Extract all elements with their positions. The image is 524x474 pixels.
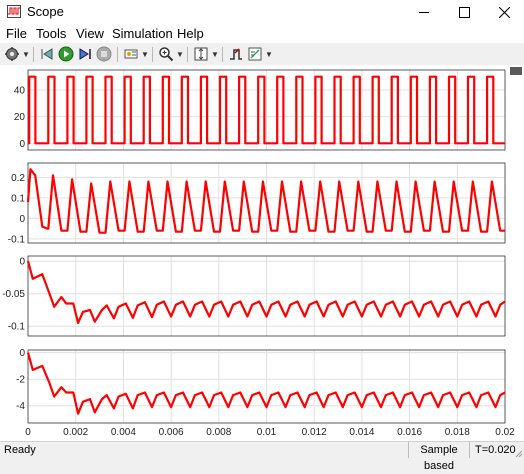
plot-4-xtick-label: 0.012 xyxy=(302,427,327,438)
minimize-icon xyxy=(419,11,429,13)
zoom-in-icon[interactable] xyxy=(158,46,174,62)
toolbar-separator xyxy=(187,47,188,62)
toolbar-separator xyxy=(152,47,153,62)
plot-2-ytick-label: 0.2 xyxy=(11,173,25,184)
plot-4-ytick-label: 0 xyxy=(19,348,25,359)
menu-simulation[interactable]: Simulation xyxy=(112,26,173,41)
toolbar-separator xyxy=(222,47,223,62)
plot-2-ytick-label: 0 xyxy=(19,214,25,225)
undock-icon[interactable] xyxy=(510,67,522,75)
plot-1-ytick-label: 20 xyxy=(14,112,26,123)
plot-4-xtick-label: 0.01 xyxy=(257,427,277,438)
scope-plot-area: 0 20 40 0.2 0.1 0 -0.1 0 -0.05 -0.1 0 -2 -4 0 0.002 0.0… xyxy=(0,65,524,441)
plot-3-ytick-label: -0.1 xyxy=(8,322,26,333)
run-icon[interactable] xyxy=(58,46,74,62)
menu-view[interactable]: View xyxy=(76,26,104,41)
highlight-icon[interactable] xyxy=(123,46,139,62)
plot-4-xtick-label: 0.006 xyxy=(159,427,184,438)
chevron-down-icon[interactable]: ▼ xyxy=(265,50,273,59)
stop-icon[interactable] xyxy=(96,46,112,62)
maximize-button[interactable] xyxy=(444,0,484,24)
scope-app-icon xyxy=(7,5,21,18)
plot-4-xtick-label: 0.016 xyxy=(397,427,422,438)
chevron-down-icon[interactable]: ▼ xyxy=(211,50,219,59)
plot-3-ytick-label: 0 xyxy=(19,257,25,268)
plot-4-xtick-label: 0.018 xyxy=(445,427,470,438)
status-ready-text: Ready xyxy=(4,444,36,456)
triggers-icon[interactable] xyxy=(228,46,244,62)
status-bar: Ready Sample based T=0.020 xyxy=(0,441,524,472)
plot-4-xtick-label: 0.02 xyxy=(495,427,515,438)
status-sim-time: T=0.020 xyxy=(475,444,516,456)
status-sample-mode: Sample based xyxy=(408,442,470,472)
plot-1-ytick-label: 0 xyxy=(19,139,25,150)
window-title: Scope xyxy=(27,4,64,19)
plot-4-xtick-label: 0.002 xyxy=(63,427,88,438)
step-forward-icon[interactable] xyxy=(77,46,93,62)
scope-plots: 0 20 40 0.2 0.1 0 -0.1 0 -0.05 -0.1 0 -2 -4 0 0.002 0.0… xyxy=(2,69,515,438)
title-bar: Scope xyxy=(0,0,524,24)
toolbar-separator xyxy=(33,47,34,62)
maximize-icon xyxy=(458,6,470,18)
plot-4-ytick-label: -4 xyxy=(16,401,25,412)
chevron-down-icon[interactable]: ▼ xyxy=(176,50,184,59)
close-icon xyxy=(498,6,510,18)
menu-help[interactable]: Help xyxy=(177,26,204,41)
chevron-down-icon[interactable]: ▼ xyxy=(22,50,30,59)
toolbar: ▼ ▼ ▼ ▼ ▼ xyxy=(0,43,524,66)
minimize-button[interactable] xyxy=(404,0,444,24)
chevron-down-icon[interactable]: ▼ xyxy=(141,50,149,59)
plot-1-ytick-label: 40 xyxy=(14,86,26,97)
measurements-icon[interactable] xyxy=(247,46,263,62)
menu-file[interactable]: File xyxy=(6,26,27,41)
plot-4-ytick-label: -2 xyxy=(16,375,25,386)
plot-3-ytick-label: -0.05 xyxy=(2,289,25,300)
resize-grip-icon[interactable] xyxy=(513,448,523,458)
plot-2-ytick-label: -0.1 xyxy=(8,234,26,245)
menu-bar: File Tools View Simulation Help xyxy=(0,24,524,43)
plot-4-xtick-label: 0.004 xyxy=(111,427,136,438)
gear-icon[interactable] xyxy=(4,46,20,62)
plot-2-ytick-label: 0.1 xyxy=(11,193,25,204)
plot-4-xtick-label: 0 xyxy=(25,427,31,438)
menu-tools[interactable]: Tools xyxy=(36,26,66,41)
back-icon[interactable] xyxy=(39,46,55,62)
plot-4-xtick-label: 0.014 xyxy=(349,427,374,438)
plot-4-xtick-label: 0.008 xyxy=(206,427,231,438)
toolbar-separator xyxy=(117,47,118,62)
autoscale-icon[interactable] xyxy=(193,46,209,62)
close-button[interactable] xyxy=(484,0,524,24)
